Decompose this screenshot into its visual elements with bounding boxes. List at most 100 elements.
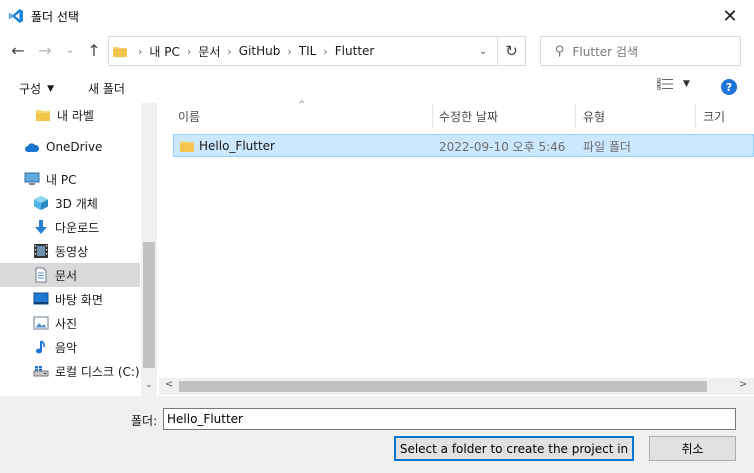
column-header-size[interactable]: 크기 <box>703 108 725 125</box>
column-divider[interactable] <box>695 103 696 129</box>
sidebar-item-label: 음악 <box>55 340 78 355</box>
folder-icon <box>36 110 50 121</box>
cloud-icon <box>25 143 40 152</box>
arrow-right-icon: → <box>38 40 52 60</box>
folder-field-label: 폴더: <box>131 414 158 428</box>
sidebar-item-label: 동영상 <box>55 244 89 259</box>
sidebar-item-desktop[interactable]: 바탕 화면 <box>0 287 140 311</box>
organize-button[interactable]: 구성 ▼ <box>19 80 54 97</box>
back-button[interactable]: ← <box>7 39 29 61</box>
nav-scrollbar-thumb[interactable] <box>143 242 155 368</box>
help-button[interactable]: ? <box>721 79 737 95</box>
sidebar-item-my-pc[interactable]: 내 PC <box>0 167 140 191</box>
select-folder-button[interactable]: Select a folder to create the project in <box>394 436 634 461</box>
cube-icon <box>34 196 48 210</box>
sidebar-item-label: 로컬 디스크 (C:) <box>55 364 140 379</box>
column-divider[interactable] <box>432 103 433 129</box>
video-icon <box>34 244 48 258</box>
sidebar-item-label: 내 라벨 <box>57 108 94 123</box>
breadcrumb-item-documents[interactable]: 문서 <box>198 43 220 60</box>
sidebar-item-3d-objects[interactable]: 3D 개체 <box>0 191 140 215</box>
horizontal-scrollbar-thumb[interactable] <box>179 381 707 392</box>
sidebar-item-music[interactable]: 음악 <box>0 335 140 359</box>
window-title: 폴더 선택 <box>31 10 79 24</box>
breadcrumb: › 내 PC › 문서 › GitHub › TIL › Flutter <box>131 43 374 60</box>
sidebar-item-label: 다운로드 <box>55 220 100 235</box>
caret-down-icon: ▼ <box>683 79 690 89</box>
folder-icon <box>180 140 194 152</box>
document-icon <box>35 267 47 283</box>
navigation-pane[interactable]: 내 라벨 OneDrive 내 PC 3D 개체 다운로드 동영상 문서 바탕 … <box>0 103 157 396</box>
table-row[interactable]: Hello_Flutter 2022-09-10 오후 5:46 파일 폴더 <box>173 134 754 157</box>
column-header-modified[interactable]: 수정한 날짜 <box>439 108 498 125</box>
caret-down-icon: ▼ <box>47 83 55 94</box>
forward-button[interactable]: → <box>34 39 56 61</box>
search-input[interactable]: ⚲ Flutter 검색 <box>540 36 741 66</box>
breadcrumb-separator[interactable]: › <box>227 45 231 58</box>
scroll-right-icon[interactable]: > <box>739 379 747 390</box>
column-header-name[interactable]: 이름 <box>178 108 200 125</box>
computer-icon <box>24 172 40 185</box>
breadcrumb-separator: › <box>138 44 143 58</box>
chevron-down-icon: ⌄ <box>478 45 488 57</box>
desktop-icon <box>33 292 49 305</box>
search-icon: ⚲ <box>555 43 565 59</box>
details-view-icon <box>657 78 673 90</box>
sidebar-item-label: 내 PC <box>46 172 77 187</box>
refresh-button[interactable]: ↻ <box>498 36 526 66</box>
close-button[interactable]: ✕ <box>706 0 754 32</box>
address-dropdown-button[interactable]: ⌄ <box>472 37 494 65</box>
file-type: 파일 폴더 <box>583 140 631 154</box>
column-divider[interactable] <box>575 103 576 129</box>
download-icon <box>35 220 47 234</box>
breadcrumb-item-flutter[interactable]: Flutter <box>335 44 375 58</box>
sidebar-item-videos[interactable]: 동영상 <box>0 239 140 263</box>
horizontal-scrollbar[interactable]: < > <box>159 378 754 395</box>
folder-icon <box>113 46 127 57</box>
nav-scrollbar[interactable]: ⌄ <box>141 103 157 396</box>
cancel-button[interactable]: 취소 <box>649 436 736 461</box>
sidebar-item-label: 사진 <box>55 316 78 331</box>
sidebar-item-documents[interactable]: 문서 <box>0 263 140 287</box>
breadcrumb-separator[interactable]: › <box>287 45 291 58</box>
folder-name-input[interactable] <box>163 408 736 430</box>
arrow-left-icon: ← <box>11 40 25 60</box>
sidebar-item-label: OneDrive <box>46 140 103 154</box>
scroll-down-icon[interactable]: ⌄ <box>145 380 153 390</box>
breadcrumb-separator[interactable]: › <box>323 45 327 58</box>
picture-icon <box>33 316 49 330</box>
scroll-left-icon[interactable]: < <box>165 379 173 390</box>
breadcrumb-item-til[interactable]: TIL <box>299 44 317 58</box>
sort-ascending-icon: ^ <box>298 100 306 110</box>
address-bar[interactable]: › 내 PC › 문서 › GitHub › TIL › Flutter <box>108 36 498 66</box>
sidebar-item-local-disk[interactable]: 로컬 디스크 (C:) <box>0 359 140 383</box>
column-header-type[interactable]: 유형 <box>583 108 605 125</box>
organize-label: 구성 <box>19 82 42 96</box>
music-icon <box>36 340 45 354</box>
sidebar-item-onedrive[interactable]: OneDrive <box>0 135 140 159</box>
breadcrumb-item-my-pc[interactable]: 내 PC <box>149 43 179 60</box>
sidebar-item-pictures[interactable]: 사진 <box>0 311 140 335</box>
drive-icon <box>33 366 49 377</box>
view-options-button[interactable]: ▼ <box>657 78 690 90</box>
vscode-icon <box>9 9 23 23</box>
new-folder-button[interactable]: 새 폴더 <box>88 80 125 97</box>
title-bar <box>0 0 754 33</box>
breadcrumb-item-github[interactable]: GitHub <box>239 44 281 58</box>
file-list[interactable]: ^ 이름 수정한 날짜 유형 크기 Hello_Flutter 2022-09-… <box>159 100 754 396</box>
close-icon: ✕ <box>722 5 738 27</box>
search-placeholder: Flutter 검색 <box>572 44 638 59</box>
chevron-down-icon: ⌄ <box>65 44 75 56</box>
breadcrumb-separator[interactable]: › <box>187 45 191 58</box>
sidebar-item-my-label[interactable]: 내 라벨 <box>0 103 140 127</box>
file-modified: 2022-09-10 오후 5:46 <box>439 140 566 154</box>
refresh-icon: ↻ <box>505 42 518 60</box>
up-button[interactable]: ↑ <box>83 39 105 61</box>
file-name: Hello_Flutter <box>199 138 275 153</box>
sidebar-item-downloads[interactable]: 다운로드 <box>0 215 140 239</box>
recent-locations-button[interactable]: ⌄ <box>62 39 78 61</box>
sidebar-item-label: 3D 개체 <box>55 196 98 211</box>
sidebar-item-label: 문서 <box>55 268 78 283</box>
arrow-up-icon: ↑ <box>87 40 101 60</box>
sidebar-item-label: 바탕 화면 <box>55 292 103 307</box>
